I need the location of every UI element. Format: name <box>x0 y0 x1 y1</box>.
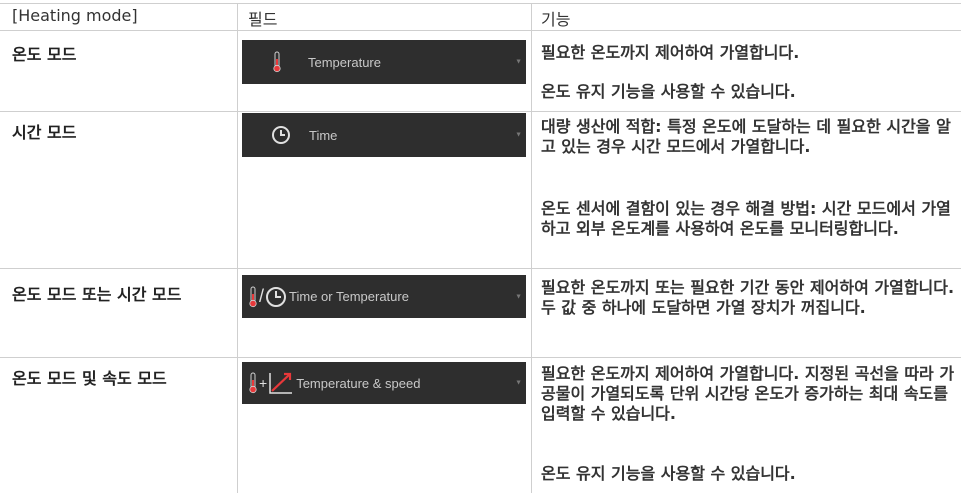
time-or-temperature-field[interactable]: / Time or Temperature ▼ <box>242 275 526 318</box>
chevron-down-icon[interactable]: ▼ <box>515 293 522 300</box>
temperature-and-speed-field[interactable]: + Temperature & speed ▼ <box>242 362 526 404</box>
column-divider-1 <box>237 3 238 493</box>
field-label: Time or Temperature <box>289 289 409 304</box>
time-mode-field[interactable]: Time ▼ <box>242 113 526 157</box>
chevron-down-icon[interactable]: ▼ <box>515 59 522 66</box>
function-text: 온도 유지 기능을 사용할 수 있습니다. <box>541 82 796 101</box>
clock-icon <box>271 125 291 145</box>
function-text: 필요한 온도까지 제어하여 가열합니다. <box>541 43 800 62</box>
row-mode-temperature-and-speed: 온도 모드 및 속도 모드 <box>12 369 167 388</box>
row-mode-temperature-or-time: 온도 모드 또는 시간 모드 <box>12 285 182 304</box>
row-divider-1 <box>0 111 961 112</box>
thermometer-plus-ramp-icon: + <box>248 371 294 395</box>
row-divider-2 <box>0 268 961 269</box>
function-text: 대량 생산에 적합: 특정 온도에 도달하는 데 필요한 시간을 알고 있는 경… <box>541 117 951 156</box>
chevron-down-icon[interactable]: ▼ <box>515 380 522 387</box>
field-label: Temperature <box>308 54 381 70</box>
thermometer-icon <box>272 51 282 73</box>
function-text: 필요한 온도까지 제어하여 가열합니다. 지정된 곡선을 따라 가공물이 가열되… <box>541 364 955 423</box>
header-function: 기능 <box>541 10 571 29</box>
field-label: Temperature & speed <box>296 375 421 391</box>
function-text: 필요한 온도까지 또는 필요한 기간 동안 제어하여 가열합니다. 두 값 중 … <box>541 278 955 317</box>
header-field: 필드 <box>248 10 278 29</box>
table-top-border <box>0 3 961 4</box>
chevron-down-icon[interactable]: ▼ <box>515 132 522 139</box>
thermometer-or-clock-icon: / <box>248 286 287 308</box>
function-text: 온도 센서에 결함이 있는 경우 해결 방법: 시간 모드에서 가열하고 외부 … <box>541 199 951 238</box>
column-divider-2 <box>531 3 532 493</box>
row-divider-3 <box>0 357 961 358</box>
row-mode-time: 시간 모드 <box>12 123 77 142</box>
header-divider <box>0 30 961 31</box>
temperature-mode-field[interactable]: Temperature ▼ <box>242 40 526 84</box>
row-mode-temperature: 온도 모드 <box>12 45 77 64</box>
field-label: Time <box>309 127 338 143</box>
header-mode: [Heating mode] <box>12 6 138 25</box>
heating-mode-table: [Heating mode] 필드 기능 온도 모드 Temperature ▼… <box>0 0 961 493</box>
function-text: 온도 유지 기능을 사용할 수 있습니다. <box>541 464 796 483</box>
